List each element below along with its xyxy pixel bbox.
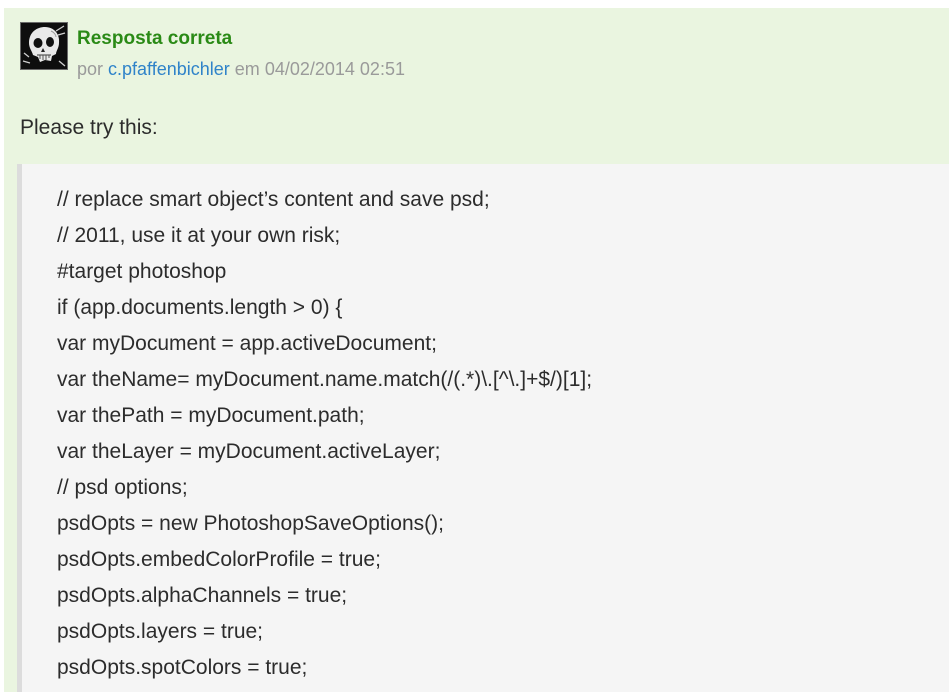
correct-answer-badge: Resposta correta <box>77 28 233 49</box>
code-lines: // replace smart object’s content and sa… <box>57 182 592 686</box>
code-line: // 2011, use it at your own risk; <box>57 224 341 247</box>
avatar[interactable] <box>20 22 68 70</box>
code-line: var theName= myDocument.name.match(/(.*)… <box>57 368 593 391</box>
code-block: // replace smart object’s content and sa… <box>17 164 949 692</box>
code-line: psdOpts.spotColors = true; <box>57 656 308 679</box>
code-line: #target photoshop <box>57 260 227 283</box>
answer-meta: Resposta correta por c.pfaffenbichler em… <box>77 26 405 82</box>
code-line: psdOpts.alphaChannels = true; <box>57 584 348 607</box>
accepted-answer: Resposta correta por c.pfaffenbichler em… <box>4 8 949 692</box>
post-datetime: 04/02/2014 02:51 <box>264 59 405 79</box>
skull-icon <box>21 23 67 69</box>
code-line: // replace smart object’s content and sa… <box>57 188 490 211</box>
byline-between: em <box>234 59 260 79</box>
byline: por c.pfaffenbichler em 04/02/2014 02:51 <box>77 56 405 82</box>
code-line: var thePath = myDocument.path; <box>57 404 365 427</box>
answer-intro: Please try this: <box>20 116 158 139</box>
code-line: // psd options; <box>57 476 188 499</box>
code-line: var myDocument = app.activeDocument; <box>57 332 437 355</box>
code-line: psdOpts.embedColorProfile = true; <box>57 548 381 571</box>
code-line: psdOpts = new PhotoshopSaveOptions(); <box>57 512 444 535</box>
code-line: var theLayer = myDocument.activeLayer; <box>57 440 441 463</box>
answer-header: Resposta correta por c.pfaffenbichler em… <box>20 22 405 79</box>
author-link[interactable]: c.pfaffenbichler <box>108 59 230 79</box>
code-line: psdOpts.layers = true; <box>57 620 264 643</box>
code-line: if (app.documents.length > 0) { <box>57 296 343 319</box>
byline-prefix: por <box>77 59 104 79</box>
